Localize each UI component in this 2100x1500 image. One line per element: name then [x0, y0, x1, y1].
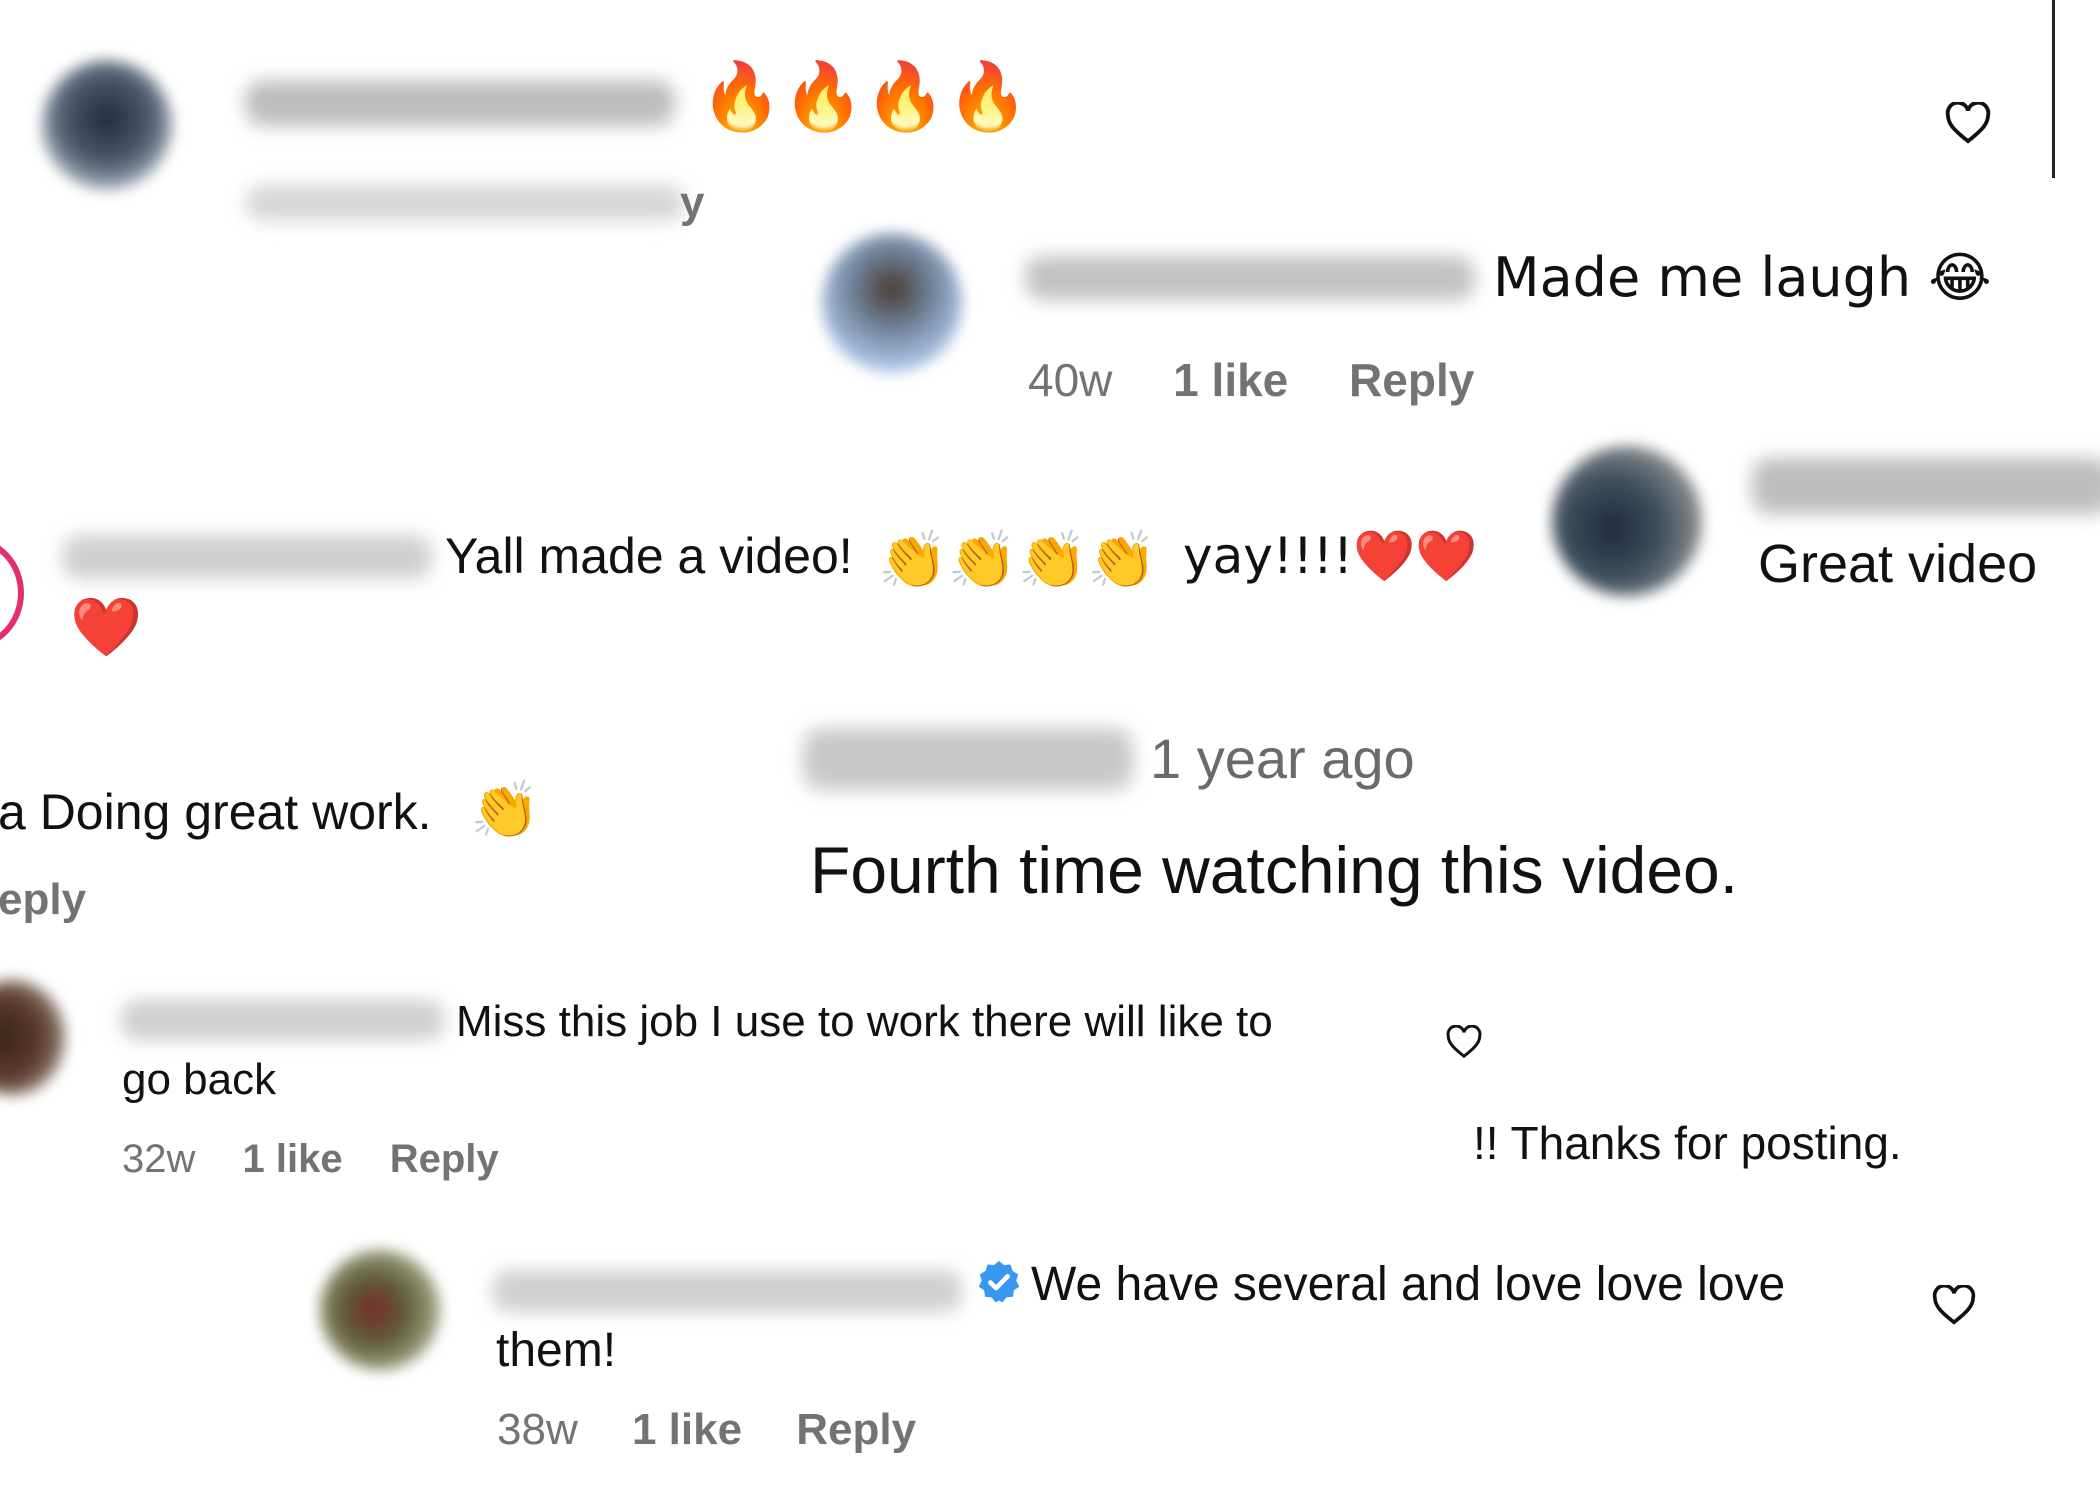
avatar[interactable] [822, 233, 962, 373]
comment-1: 🔥🔥🔥🔥 y [0, 0, 1430, 235]
reply-link[interactable]: Reply [1349, 354, 1474, 406]
comment-meta: 38w 1 like Reply [497, 1405, 916, 1455]
meta-blurred [245, 185, 685, 221]
comment-8: !! Thanks for posting. [1470, 1100, 2030, 1190]
comment-meta: 32w 1 like Reply [122, 1137, 499, 1182]
comment-meta: 40w 1 like Reply [1028, 353, 1474, 407]
avatar[interactable] [1552, 446, 1702, 596]
timestamp: 38w [497, 1405, 578, 1454]
reply-link[interactable]: eply [0, 875, 86, 925]
comment-5: a Doing great work. 👏 eply [0, 755, 620, 935]
story-ring-avatar[interactable] [0, 537, 24, 649]
avatar[interactable] [42, 60, 172, 190]
username-blurred[interactable] [492, 1270, 962, 1312]
comment-text-after: yay!!!!❤️❤️ [1183, 527, 1478, 585]
comment-text: Yall made a video! [445, 528, 853, 584]
avatar[interactable] [0, 980, 65, 1095]
comment-text-line2: ❤️ [70, 593, 143, 661]
comment-7: Miss this job I use to work there will l… [0, 975, 1500, 1205]
reply-link[interactable]: y [680, 178, 704, 228]
verified-badge [976, 1259, 1022, 1310]
username-blurred[interactable] [62, 535, 432, 579]
username-blurred[interactable] [245, 80, 675, 126]
like-button[interactable] [1446, 1025, 1482, 1059]
timestamp: 40w [1028, 354, 1113, 406]
likes-count[interactable]: 1 like [243, 1137, 343, 1181]
comment-2: Made me laugh 😂 40w 1 like Reply [800, 218, 2020, 413]
comment-text: Made me laugh 😂 [1493, 246, 1992, 309]
username-blurred[interactable] [1025, 256, 1475, 300]
verified-icon [978, 1260, 1020, 1303]
likes-count[interactable]: 1 like [632, 1405, 742, 1454]
heart-icon [1945, 102, 1991, 144]
comment-text: Fourth time watching this video. [810, 833, 1739, 907]
username-blurred[interactable] [120, 1000, 445, 1040]
clap-emoji: 👏 [470, 778, 540, 843]
comment-3: Yall made a video! 👏👏👏👏 yay!!!!❤️❤️ ❤️ [0, 505, 1500, 695]
clap-emojis: 👏👏👏👏 [878, 528, 1157, 593]
comment-6: 1 year ago Fourth time watching this vid… [785, 700, 1865, 950]
reply-link[interactable]: Reply [796, 1405, 916, 1454]
divider [2052, 0, 2055, 178]
heart-icon [1446, 1025, 1482, 1059]
timestamp: 32w [122, 1137, 196, 1181]
comment-text-line1: We have several and love love love [1031, 1258, 1786, 1311]
comment-text: 🔥🔥🔥🔥 [700, 58, 1029, 135]
comment-text-line1: Miss this job I use to work there will l… [456, 997, 1273, 1046]
like-button[interactable] [1945, 102, 1991, 144]
comment-text-line2: go back [122, 1055, 277, 1104]
username-blurred[interactable] [1752, 458, 2100, 514]
likes-count[interactable]: 1 like [1173, 354, 1288, 406]
avatar[interactable] [320, 1250, 440, 1370]
comment-text-line2: them! [496, 1324, 617, 1377]
comment-text: Great video [1758, 534, 2038, 594]
comment-text: !! Thanks for posting. [1473, 1117, 1902, 1169]
reply-link[interactable]: Reply [390, 1137, 499, 1181]
heart-icon [1932, 1285, 1976, 1325]
comment-text: a Doing great work. [0, 784, 432, 840]
timestamp: 1 year ago [1150, 727, 1415, 790]
username-blurred[interactable] [803, 728, 1133, 790]
like-button[interactable] [1932, 1285, 1976, 1325]
comment-4: Great video [1530, 428, 2100, 658]
comment-9: We have several and love love love them!… [300, 1235, 2000, 1500]
